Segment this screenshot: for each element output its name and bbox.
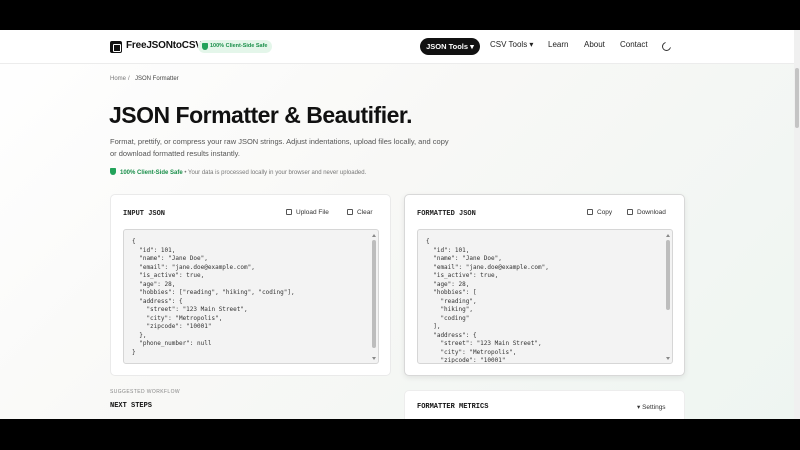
copy-icon (587, 209, 593, 215)
clear-button[interactable]: Clear (347, 209, 373, 216)
download-icon (627, 209, 633, 215)
scroll-up-icon[interactable] (372, 234, 376, 237)
breadcrumb-current: JSON Formatter (135, 76, 179, 82)
badge-label: 100% Client-Side Safe (210, 43, 268, 49)
output-scrollbar[interactable] (666, 234, 670, 360)
formatted-json-panel: FORMATTED JSON Copy Download { "id": 101… (404, 194, 685, 376)
clear-label: Clear (357, 209, 373, 216)
formatted-json-content: { "id": 101, "name": "Jane Doe", "email"… (426, 238, 549, 364)
input-json-panel: INPUT JSON Upload File Clear { "id": 101… (110, 194, 391, 376)
input-panel-title: INPUT JSON (123, 210, 166, 218)
shield-icon (110, 168, 116, 175)
moon-icon[interactable] (662, 41, 672, 51)
download-button[interactable]: Download (627, 209, 666, 216)
upload-label: Upload File (296, 209, 329, 216)
output-panel-title: FORMATTED JSON (417, 210, 476, 218)
input-json-textarea[interactable]: { "id": 101, "name": "Jane Doe", "email"… (123, 229, 379, 364)
breadcrumb-home[interactable]: Home (110, 76, 126, 82)
scrollbar-thumb[interactable] (666, 240, 670, 310)
client-side-safe-badge: 100% Client-Side Safe (198, 40, 273, 53)
scroll-up-icon[interactable] (666, 234, 670, 237)
logo-icon[interactable] (110, 41, 122, 53)
upload-icon (286, 209, 292, 215)
metrics-title: FORMATTER METRICS (417, 403, 489, 411)
scroll-down-icon[interactable] (372, 357, 376, 360)
brand-name[interactable]: FreeJSONtoCSV (126, 40, 202, 51)
page-scrollbar-thumb[interactable] (795, 68, 799, 128)
privacy-note: 100% Client-Side Safe • Your data is pro… (110, 168, 366, 176)
copy-button[interactable]: Copy (587, 209, 612, 216)
nav-about[interactable]: About (584, 40, 605, 49)
copy-label: Copy (597, 209, 613, 216)
workflow-caption: SUGGESTED WORKFLOW (110, 389, 180, 395)
nav-json-tools[interactable]: JSON Tools ▾ (420, 38, 480, 55)
nav-csv-tools[interactable]: CSV Tools ▾ (490, 40, 533, 49)
browser-viewport: FreeJSONtoCSV 100% Client-Side Safe JSON… (0, 30, 800, 419)
breadcrumb-separator: / (128, 76, 130, 82)
page-scrollbar[interactable] (794, 30, 800, 419)
scrollbar-thumb[interactable] (372, 240, 376, 348)
top-navbar: FreeJSONtoCSV 100% Client-Side Safe JSON… (0, 30, 800, 64)
nav-contact[interactable]: Contact (620, 40, 648, 49)
privacy-label: 100% Client-Side Safe (120, 170, 183, 176)
shield-icon (202, 43, 208, 50)
formatted-json-output[interactable]: { "id": 101, "name": "Jane Doe", "email"… (417, 229, 673, 364)
settings-toggle[interactable]: ▾ Settings (637, 403, 666, 411)
download-label: Download (637, 209, 666, 216)
next-steps-heading: NEXT STEPS (110, 402, 153, 410)
input-scrollbar[interactable] (372, 234, 376, 360)
trash-icon (347, 209, 353, 215)
formatter-metrics-card: FORMATTER METRICS ▾ Settings (404, 390, 685, 419)
scroll-down-icon[interactable] (666, 357, 670, 360)
nav-learn[interactable]: Learn (548, 40, 568, 49)
input-json-content[interactable]: { "id": 101, "name": "Jane Doe", "email"… (132, 238, 295, 357)
upload-file-button[interactable]: Upload File (286, 209, 329, 216)
privacy-text: • Your data is processed locally in your… (182, 170, 367, 176)
page-title: JSON Formatter & Beautifier. (109, 102, 412, 128)
page-description: Format, prettify, or compress your raw J… (110, 137, 449, 158)
